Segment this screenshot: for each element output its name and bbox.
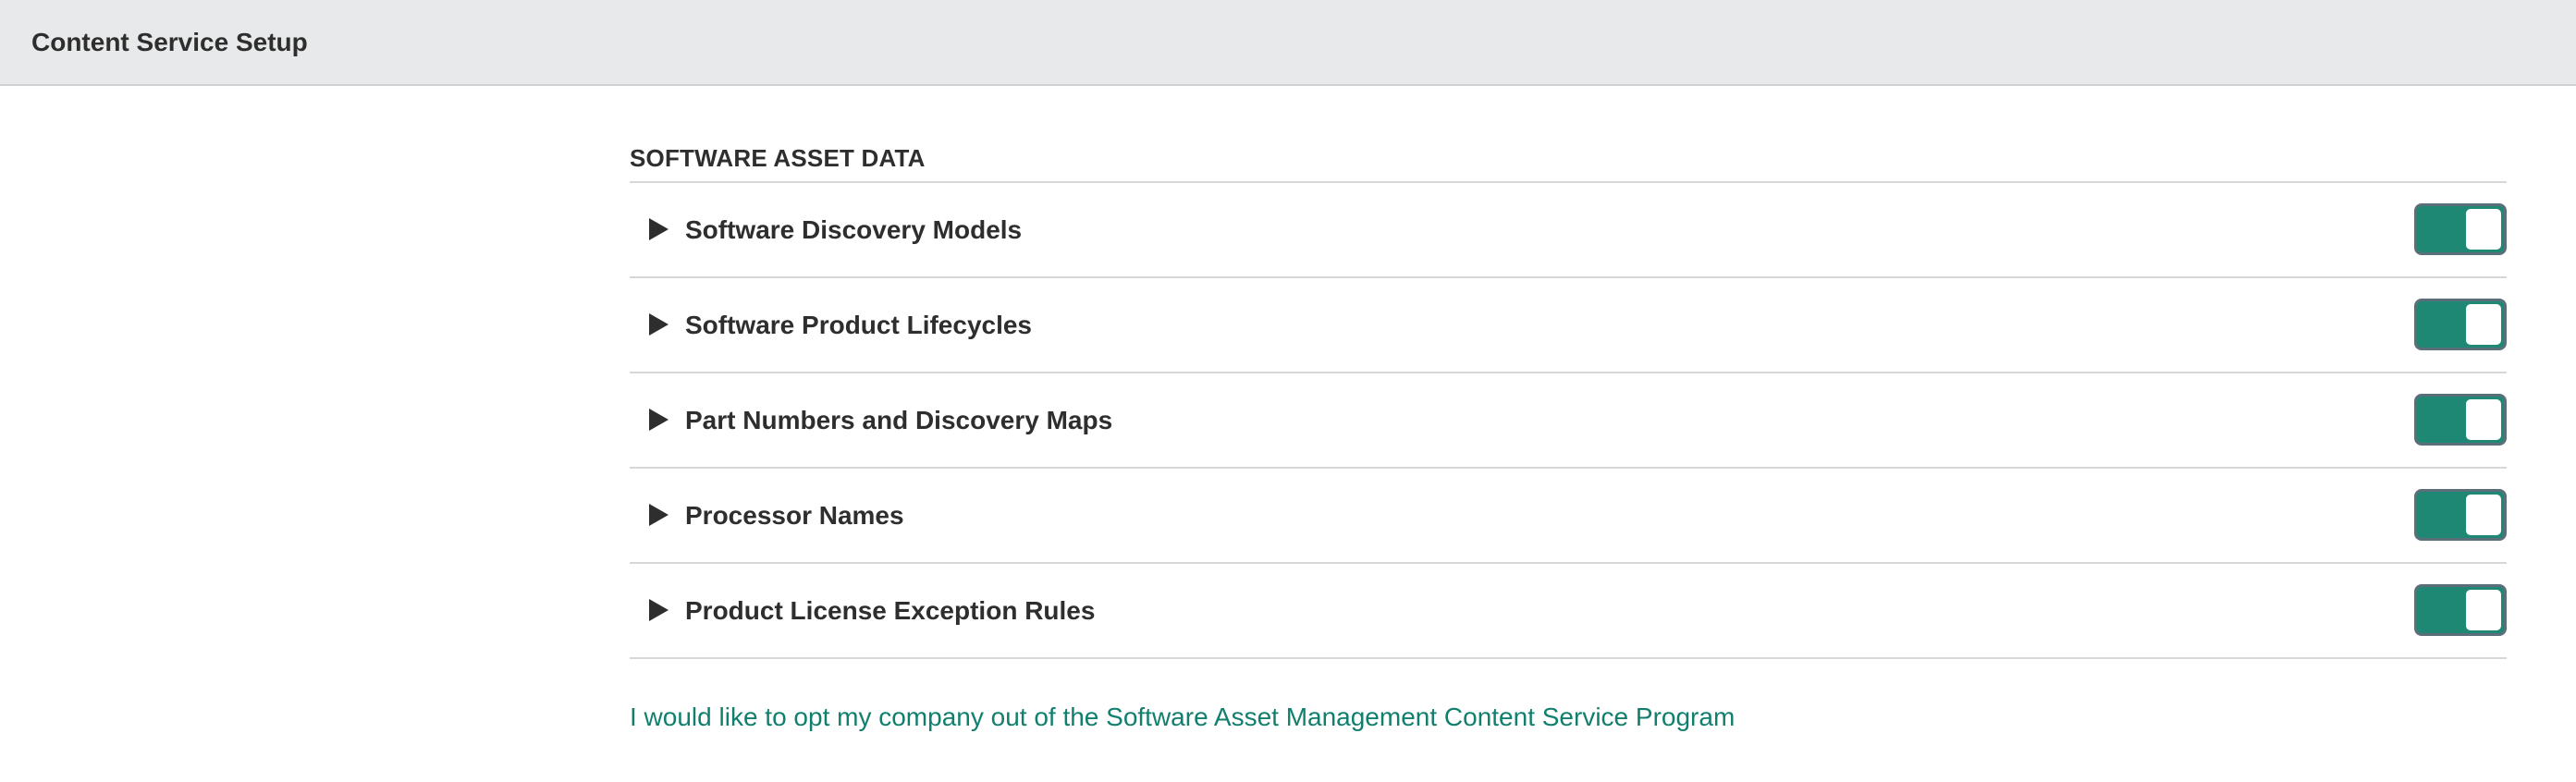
part-numbers-and-discovery-maps-toggle[interactable] <box>2414 394 2507 446</box>
opt-out-link[interactable]: I would like to opt my company out of th… <box>630 699 1735 736</box>
toggle-knob <box>2466 590 2501 630</box>
row-software-discovery-models[interactable]: Software Discovery Models <box>630 183 2507 278</box>
caret-right-icon[interactable] <box>649 409 669 431</box>
row-label[interactable]: Processor Names <box>685 497 904 534</box>
page-header: Content Service Setup <box>0 0 2576 86</box>
row-processor-names[interactable]: Processor Names <box>630 469 2507 564</box>
row-label[interactable]: Software Product Lifecycles <box>685 307 1032 344</box>
row-part-numbers-and-discovery-maps[interactable]: Part Numbers and Discovery Maps <box>630 373 2507 469</box>
software-product-lifecycles-toggle[interactable] <box>2414 299 2507 350</box>
caret-right-icon[interactable] <box>649 313 669 336</box>
row-product-license-exception-rules[interactable]: Product License Exception Rules <box>630 564 2507 659</box>
product-license-exception-rules-toggle[interactable] <box>2414 584 2507 636</box>
toggle-knob <box>2466 304 2501 345</box>
toggle-knob <box>2466 399 2501 440</box>
caret-right-icon[interactable] <box>649 599 669 621</box>
row-label[interactable]: Software Discovery Models <box>685 212 1022 249</box>
page-title: Content Service Setup <box>31 28 308 56</box>
processor-names-toggle[interactable] <box>2414 489 2507 541</box>
row-label[interactable]: Part Numbers and Discovery Maps <box>685 402 1112 439</box>
section-heading: SOFTWARE ASSET DATA <box>630 129 2507 183</box>
caret-right-icon[interactable] <box>649 504 669 526</box>
toggle-knob <box>2466 495 2501 535</box>
software-asset-data-section: SOFTWARE ASSET DATA Software Discovery M… <box>630 129 2507 659</box>
row-software-product-lifecycles[interactable]: Software Product Lifecycles <box>630 278 2507 373</box>
row-label[interactable]: Product License Exception Rules <box>685 593 1095 629</box>
caret-right-icon[interactable] <box>649 218 669 240</box>
toggle-knob <box>2466 209 2501 250</box>
software-discovery-models-toggle[interactable] <box>2414 203 2507 255</box>
